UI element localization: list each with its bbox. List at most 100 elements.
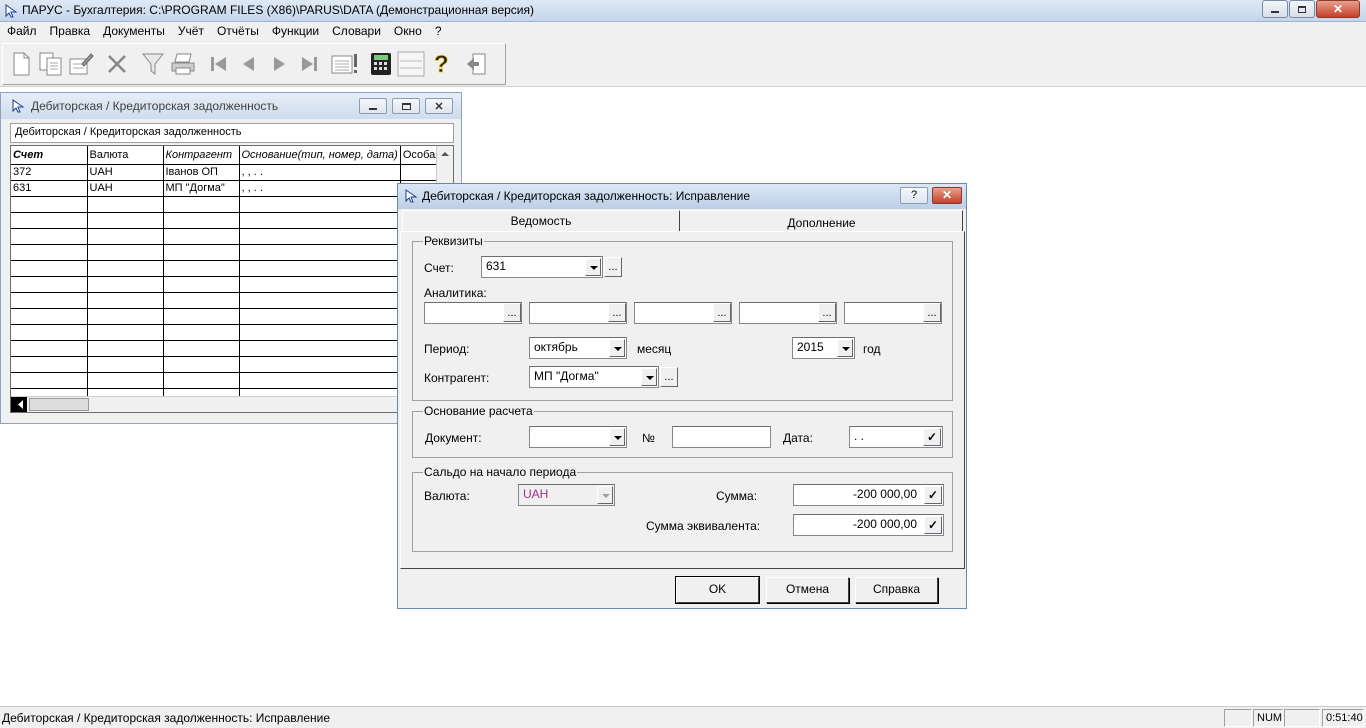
analytics-field-4[interactable]: ... xyxy=(739,302,837,324)
svg-text:?: ? xyxy=(434,51,449,77)
chevron-down-icon[interactable] xyxy=(609,339,625,357)
menu-window[interactable]: Окно xyxy=(387,22,428,41)
table-row[interactable]: 372 UAH Іванов ОП , , . . xyxy=(11,164,445,181)
menu-accounting[interactable]: Учёт xyxy=(171,22,210,41)
child-close-button[interactable]: ✕ xyxy=(425,98,453,114)
exit-button[interactable] xyxy=(462,47,492,81)
close-button[interactable]: ✕ xyxy=(1316,0,1360,18)
menubar: Файл Правка Документы Учёт Отчёты Функци… xyxy=(0,22,1366,41)
dialog-titlebar[interactable]: Дебиторская / Кредиторская задолженность… xyxy=(398,184,966,209)
sum-check-button[interactable]: ✓ xyxy=(924,486,942,504)
col-header-counterparty[interactable]: Контрагент xyxy=(163,146,240,165)
equiv-check-button[interactable]: ✓ xyxy=(924,516,942,534)
child-minimize-button[interactable] xyxy=(359,98,387,114)
analytics-field-2[interactable]: ... xyxy=(529,302,627,324)
empty-row[interactable] xyxy=(11,356,445,373)
minimize-button[interactable] xyxy=(1262,0,1288,18)
menu-edit[interactable]: Правка xyxy=(43,22,97,41)
cell-counterparty: Іванов ОП xyxy=(163,164,240,181)
basis-group-label: Основание расчета xyxy=(423,404,534,418)
analytics-browse-button-1[interactable]: ... xyxy=(503,303,521,322)
number-input[interactable] xyxy=(672,426,771,448)
cancel-button[interactable]: Отмена xyxy=(766,577,849,603)
table-row[interactable]: 631 UAH МП "Догма" , , . . xyxy=(11,180,445,197)
counterparty-select[interactable]: МП "Догма" xyxy=(529,366,659,388)
col-header-currency[interactable]: Валюта xyxy=(87,146,164,165)
empty-row[interactable] xyxy=(11,308,445,325)
month-value: октябрь xyxy=(534,340,578,354)
month-select[interactable]: октябрь xyxy=(529,337,627,359)
analytics-browse-button-5[interactable]: ... xyxy=(923,303,941,322)
next-icon xyxy=(274,57,285,71)
analytics-field-3[interactable]: ... xyxy=(634,302,732,324)
counterparty-browse-button[interactable]: ... xyxy=(660,367,678,387)
empty-row[interactable] xyxy=(11,196,445,213)
chevron-down-icon[interactable] xyxy=(609,428,625,446)
document-select[interactable] xyxy=(529,426,627,448)
garant-button[interactable] xyxy=(396,47,426,81)
analytics-field-5[interactable]: ... xyxy=(844,302,942,324)
menu-documents[interactable]: Документы xyxy=(96,22,171,41)
ok-button[interactable]: OK xyxy=(675,576,760,604)
tab-addition[interactable]: Дополнение xyxy=(681,210,963,232)
account-browse-button[interactable]: ... xyxy=(604,257,622,277)
app-titlebar[interactable]: ПАРУС - Бухгалтерия: C:\PROGRAM FILES (X… xyxy=(0,0,1366,22)
dialog-close-button[interactable]: ✕ xyxy=(932,187,962,204)
counterparty-value: МП "Догма" xyxy=(534,369,599,383)
empty-row[interactable] xyxy=(11,340,445,357)
new-button[interactable] xyxy=(6,47,36,81)
year-select[interactable]: 2015 xyxy=(792,337,855,359)
child-maximize-button[interactable] xyxy=(392,98,420,114)
account-select[interactable]: 631 xyxy=(481,256,603,278)
empty-row[interactable] xyxy=(11,260,445,277)
calculator-button[interactable] xyxy=(366,47,396,81)
chevron-down-icon[interactable] xyxy=(641,368,657,386)
empty-row[interactable] xyxy=(11,324,445,341)
empty-row[interactable] xyxy=(11,292,445,309)
child-titlebar[interactable]: Дебиторская / Кредиторская задолженность… xyxy=(1,93,461,119)
grid-horizontal-scrollbar[interactable] xyxy=(11,396,453,412)
prev-record-button[interactable] xyxy=(234,47,264,81)
empty-row[interactable] xyxy=(11,228,445,245)
analytics-browse-button-3[interactable]: ... xyxy=(713,303,731,322)
next-record-button[interactable] xyxy=(264,47,294,81)
restore-button[interactable] xyxy=(1289,0,1315,18)
date-input[interactable]: . . ✓ xyxy=(849,426,943,448)
scroll-thumb[interactable] xyxy=(29,398,89,411)
first-record-button[interactable] xyxy=(204,47,234,81)
report-button[interactable] xyxy=(330,47,360,81)
debt-grid[interactable]: Счет Валюта Контрагент Основание(тип, но… xyxy=(10,145,454,413)
empty-row[interactable] xyxy=(11,212,445,229)
filter-button[interactable] xyxy=(138,47,168,81)
help-dialog-button[interactable]: Справка xyxy=(855,577,938,603)
tab-statement[interactable]: Ведомость xyxy=(402,210,680,232)
dialog-help-button[interactable]: ? xyxy=(900,187,928,204)
delete-button[interactable] xyxy=(102,47,132,81)
col-header-basis[interactable]: Основание(тип, номер, дата) xyxy=(239,146,401,165)
date-checkbox[interactable]: ✓ xyxy=(923,428,941,446)
col-header-account[interactable]: Счет xyxy=(11,146,88,165)
empty-row[interactable] xyxy=(11,244,445,261)
last-icon xyxy=(302,57,317,71)
menu-functions[interactable]: Функции xyxy=(265,22,325,41)
help-button[interactable]: ? xyxy=(426,47,456,81)
account-value: 631 xyxy=(486,259,507,273)
menu-reports[interactable]: Отчёты xyxy=(210,22,265,41)
empty-row[interactable] xyxy=(11,276,445,293)
equiv-input[interactable]: -200 000,00 ✓ xyxy=(793,514,944,536)
analytics-browse-button-2[interactable]: ... xyxy=(608,303,626,322)
empty-row[interactable] xyxy=(11,372,445,389)
analytics-field-1[interactable]: ... xyxy=(424,302,522,324)
chevron-down-icon[interactable] xyxy=(585,258,601,276)
checkmark-icon: ✓ xyxy=(926,430,938,444)
menu-help[interactable]: ? xyxy=(428,22,448,41)
chevron-down-icon[interactable] xyxy=(837,339,853,357)
copy-button[interactable] xyxy=(36,47,66,81)
edit-button[interactable] xyxy=(66,47,96,81)
analytics-browse-button-4[interactable]: ... xyxy=(818,303,836,322)
menu-file[interactable]: Файл xyxy=(0,22,43,41)
last-record-button[interactable] xyxy=(294,47,324,81)
sum-input[interactable]: -200 000,00 ✓ xyxy=(793,484,944,506)
print-button[interactable] xyxy=(168,47,198,81)
menu-dictionaries[interactable]: Словари xyxy=(325,22,387,41)
